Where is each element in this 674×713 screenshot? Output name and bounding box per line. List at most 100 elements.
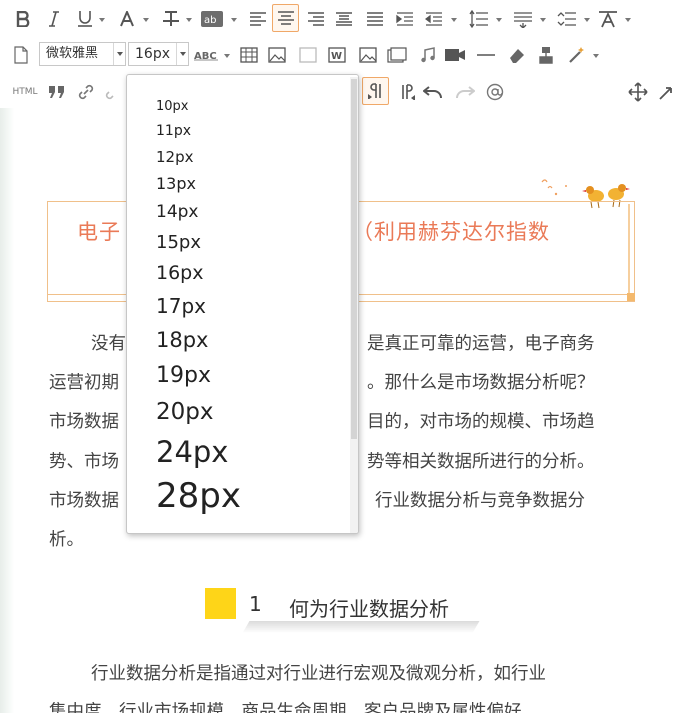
dropdown-scrollbar-thumb[interactable] [351,79,357,439]
p1-line1-right: 是真正可靠的运营，电子商务 [367,334,595,354]
at-icon[interactable] [484,79,506,105]
font-size-option-24px[interactable]: 24px [156,435,228,469]
editor-left-shade [0,108,14,713]
align-justify-top-icon[interactable] [333,6,355,32]
underline-dropdown-arrow[interactable] [99,18,105,22]
paragraph1-line-1: 没有 [49,330,126,355]
paragraph1-line-5: 市场数据 [49,487,119,512]
toolbar-row-2: 微软雅黑 16px ABC W [0,37,674,73]
strikethrough-dropdown-arrow[interactable] [186,18,192,22]
align-right-icon[interactable] [305,6,327,32]
table-icon[interactable] [238,42,260,68]
ltr-icon[interactable] [362,77,389,105]
p1-line4-left: 势、市场 [49,452,119,472]
font-family-value: 微软雅黑 [46,46,99,61]
justify-icon[interactable] [364,6,386,32]
line-spacing-icon[interactable] [555,6,579,32]
p1-line2-right: 。那什么是市场数据分析呢？ [367,373,595,393]
image-disabled-icon [297,42,319,68]
bold-icon[interactable] [12,6,34,32]
paragraph1-line-2: 运营初期 [49,369,119,394]
word-icon[interactable]: W [326,42,348,68]
paragraph2-line-1: 行业数据分析是指通过对行业进行宏观及微观分析，如行业 [49,660,546,685]
toolbar-row-1: ab [0,0,674,36]
font-size-option-20px[interactable]: 20px [156,399,213,425]
align-center-icon[interactable] [272,4,299,32]
strikethrough-icon[interactable] [160,6,182,32]
font-size-option-17px[interactable]: 17px [156,294,206,318]
font-size-option-14px[interactable]: 14px [156,202,198,222]
background-color-icon[interactable]: ab [200,6,224,32]
p1-line1-left: 没有 [91,334,126,354]
line-spacing-dropdown-arrow[interactable] [584,18,590,22]
font-size-option-28px[interactable]: 28px [156,476,241,516]
font-family-select[interactable]: 微软雅黑 [39,42,126,66]
font-size-option-19px[interactable]: 19px [156,363,211,388]
font-size-select[interactable]: 16px [128,42,189,66]
article-title-right: 析（利用赫芬达尔指数 [330,220,550,244]
svg-text:W: W [331,51,342,62]
format-brush-icon[interactable] [535,42,557,68]
picture-icon[interactable] [357,42,379,68]
font-size-value: 16px [135,46,170,62]
fullscreen-icon[interactable] [656,79,674,105]
paragraph-spacing-dropdown-arrow[interactable] [540,18,546,22]
background-color-dropdown-arrow[interactable] [231,18,237,22]
horizontal-rule-icon[interactable] [475,42,497,68]
clear-format-icon[interactable] [596,6,620,32]
video-icon[interactable] [443,42,467,68]
move-icon[interactable] [626,79,650,105]
paragraph1-line-1-right: 是真正可靠的运营，电子商务 [367,330,595,355]
font-size-option-18px[interactable]: 18px [156,328,208,352]
magic-wand-dropdown-arrow[interactable] [593,54,599,58]
html-source-button[interactable]: HTML [10,79,40,105]
gallery-icon[interactable] [385,42,409,68]
svg-text:ABC: ABC [194,51,217,61]
font-size-option-11px[interactable]: 11px [156,123,191,139]
letter-spacing-dropdown-arrow[interactable] [224,54,230,58]
font-size-option-12px[interactable]: 12px [156,148,194,166]
document-icon[interactable] [12,42,30,68]
paragraph-spacing-icon[interactable] [511,6,535,32]
font-size-option-10px[interactable]: 10px [156,99,189,114]
clear-format-dropdown-arrow[interactable] [625,18,631,22]
rtl-icon[interactable] [396,79,418,105]
font-color-dropdown-arrow[interactable] [143,18,149,22]
link-icon[interactable] [75,79,97,105]
music-icon[interactable] [417,42,439,68]
image-icon[interactable] [266,42,288,68]
font-family-dropdown-arrow[interactable] [113,43,125,65]
svg-text:ab: ab [204,15,216,26]
letter-spacing-icon[interactable]: ABC [194,42,220,68]
font-size-option-13px[interactable]: 13px [156,174,196,193]
font-size-dropdown-arrow[interactable] [176,43,188,65]
unlink-icon[interactable] [101,79,125,105]
align-left-icon[interactable] [247,6,269,32]
italic-icon[interactable] [44,6,64,32]
redo-icon[interactable] [453,79,477,105]
p2-line2-text: 集中度、行业市场规模、商品生命周期、客户品牌及属性偏好 [49,702,522,713]
undo-icon[interactable] [421,79,445,105]
line-height-icon[interactable] [467,6,491,32]
font-color-icon[interactable] [116,6,138,32]
p1-line5-right: 行业数据分析与竞争数据分 [375,491,585,511]
paragraph1-line-3: 市场数据 [49,408,119,433]
outdent-dropdown-arrow[interactable] [451,18,457,22]
paragraph1-line-4: 势、市场 [49,448,119,473]
section-number-block [205,588,236,619]
indent-icon[interactable] [394,6,416,32]
eraser-icon[interactable] [506,42,528,68]
font-size-option-15px[interactable]: 15px [156,232,201,253]
magic-wand-icon[interactable] [566,42,588,68]
article-title-left: 电子 [77,220,121,244]
section-title: 何为行业数据分析 [289,597,449,621]
paragraph1-line-5-right: 行业数据分析与竞争数据分 [375,487,585,512]
font-size-dropdown-menu: 10px 11px 12px 13px 14px 15px 16px 17px … [126,74,359,534]
line-height-dropdown-arrow[interactable] [496,18,502,22]
paragraph1-line-3-right: 目的，对市场的规模、市场趋 [367,408,595,433]
p1-line6-left: 析。 [49,530,84,550]
underline-icon[interactable] [74,6,96,32]
font-size-option-16px[interactable]: 16px [156,262,203,284]
quote-icon[interactable] [46,79,68,105]
outdent-icon[interactable] [423,6,445,32]
